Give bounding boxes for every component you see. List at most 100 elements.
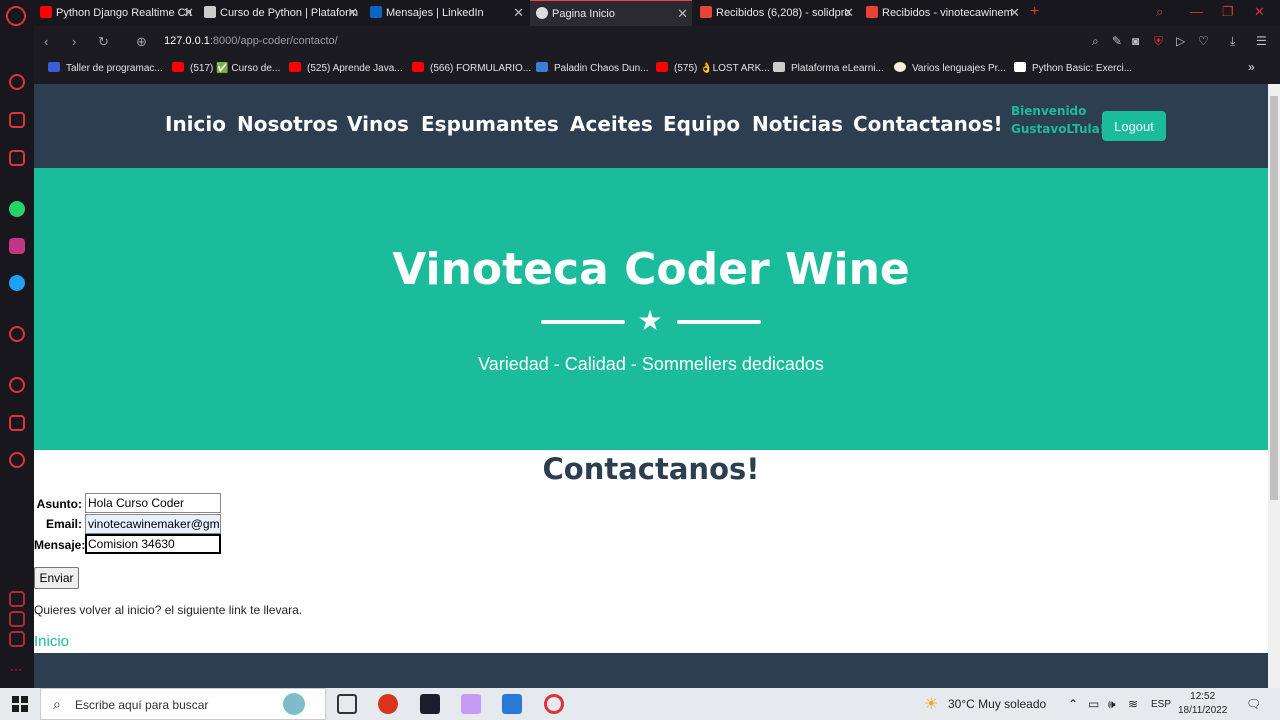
divider-line xyxy=(541,320,625,324)
asunto-input[interactable]: Hola Curso Coder xyxy=(85,493,221,513)
battery-icon[interactable] xyxy=(9,611,25,627)
app-colorful-icon[interactable] xyxy=(461,694,481,714)
speed-dial-icon[interactable] xyxy=(9,74,25,90)
close-icon[interactable]: ✕ xyxy=(843,0,854,26)
nav-vinos[interactable]: Vinos xyxy=(347,112,409,136)
heart-icon[interactable]: ♡ xyxy=(1198,34,1209,48)
tab-pagina-inicio[interactable]: Pagina Inicio ✕ xyxy=(530,0,692,26)
scrollbar-thumb[interactable] xyxy=(1270,96,1278,500)
weather-text[interactable]: 30°C Muy soleado xyxy=(948,697,1046,711)
tab-gmail-solidpro[interactable]: Recibidos (6,208) - solidpro ✕ xyxy=(694,0,858,26)
clock[interactable]: 12:52 18/11/2022 xyxy=(1178,690,1227,718)
bag-icon[interactable] xyxy=(9,112,25,128)
window-close-icon[interactable]: ✕ xyxy=(1254,4,1265,20)
restore-icon[interactable]: ❐ xyxy=(1222,4,1234,20)
reload-icon[interactable]: ↻ xyxy=(98,34,109,50)
bookmark-item[interactable]: (517) ✅ Curso de... xyxy=(172,62,280,74)
opera-logo-icon[interactable] xyxy=(6,6,26,26)
volume-icon[interactable]: 🕪 xyxy=(1108,697,1116,712)
back-icon[interactable]: ‹ xyxy=(44,34,48,49)
enviar-button[interactable]: Enviar xyxy=(34,567,79,589)
notifications-icon[interactable]: 🗨 xyxy=(1246,697,1261,711)
tray-chevron-icon[interactable]: ⌃ xyxy=(1068,697,1078,711)
forward-icon[interactable]: › xyxy=(72,34,76,49)
bookmark-item[interactable]: Taller de programac... xyxy=(48,62,163,74)
twitter-icon[interactable] xyxy=(9,275,25,291)
site-info-icon[interactable]: ⊕ xyxy=(136,34,147,50)
close-icon[interactable]: ✕ xyxy=(183,0,194,26)
close-icon[interactable]: ✕ xyxy=(677,1,688,26)
close-icon[interactable]: ✕ xyxy=(347,0,358,26)
wifi-icon[interactable] xyxy=(9,591,25,607)
battery-tray-icon[interactable]: ▭ xyxy=(1088,697,1099,711)
bookmark-item[interactable]: Plataforma eLearni... xyxy=(773,62,884,74)
task-view-icon[interactable] xyxy=(337,694,357,714)
bookmark-item[interactable]: (525) Aprende Java... xyxy=(289,62,403,74)
bookmark-item[interactable]: (575) 👌LOST ARK... xyxy=(656,62,770,74)
app-tic-icon[interactable] xyxy=(378,694,398,714)
tab-python-django[interactable]: Python Django Realtime Ch ✕ xyxy=(34,0,198,26)
bookmark-favicon-icon xyxy=(894,62,906,72)
youtube-icon xyxy=(289,62,301,72)
nav-inicio[interactable]: Inicio xyxy=(165,112,226,136)
email-input[interactable]: vinotecawinemaker@gm xyxy=(85,514,221,534)
cpu-icon[interactable] xyxy=(9,631,25,647)
settings-gear-icon[interactable] xyxy=(9,452,25,468)
easy-setup-icon[interactable]: ☰ xyxy=(1256,34,1267,48)
more-icon[interactable]: ··· xyxy=(10,662,22,676)
bookmark-item[interactable]: Python Basic: Exerci... xyxy=(1014,62,1132,74)
camera-icon[interactable]: ◙ xyxy=(1132,34,1139,48)
minimize-icon[interactable]: — xyxy=(1190,4,1203,19)
star-icon: ★ xyxy=(637,305,663,336)
address-bar: ‹ › ↻ ⊕ 127.0.0.1:8000/app-coder/contact… xyxy=(34,28,1280,56)
shield-icon[interactable]: ⛨ xyxy=(1154,34,1163,49)
tab-linkedin[interactable]: Mensajes | LinkedIn ✕ xyxy=(364,0,528,26)
nav-aceites[interactable]: Aceites xyxy=(570,112,653,136)
inicio-link[interactable]: Inicio xyxy=(34,633,69,650)
hero-section: Vinoteca Coder Wine ★ Variedad - Calidad… xyxy=(34,168,1268,450)
url-field[interactable]: 127.0.0.1:8000/app-coder/contacto/ xyxy=(164,35,338,47)
logout-button[interactable]: Logout xyxy=(1102,111,1166,141)
send-icon[interactable]: ▷ xyxy=(1176,34,1185,48)
bookmark-item[interactable]: Varios lenguajes Pr... xyxy=(894,62,1006,74)
vscode-icon[interactable] xyxy=(502,694,522,714)
close-icon[interactable]: ✕ xyxy=(1009,0,1020,26)
extensions-icon[interactable] xyxy=(9,415,25,431)
mensaje-input[interactable]: Comision 34630 xyxy=(85,534,221,554)
page-scrollbar[interactable] xyxy=(1268,84,1280,688)
site-navbar: Inicio Nosotros Vinos Espumantes Aceites… xyxy=(34,84,1268,168)
network-icon[interactable]: ≋ xyxy=(1128,697,1138,711)
more-bookmarks-icon[interactable]: » xyxy=(1248,60,1255,74)
nav-noticias[interactable]: Noticias xyxy=(752,112,843,136)
nav-nosotros[interactable]: Nosotros xyxy=(237,112,338,136)
zoom-search-icon[interactable]: ⌕ xyxy=(1092,34,1099,49)
youtube-icon xyxy=(656,62,668,72)
linkedin-icon xyxy=(370,6,382,18)
windows-start-icon[interactable] xyxy=(12,696,28,712)
search-tabs-icon[interactable]: ⌕ xyxy=(1156,4,1163,20)
edit-icon[interactable]: ✎ xyxy=(1112,34,1122,48)
language-indicator[interactable]: ESP xyxy=(1151,699,1171,710)
opera-taskbar-icon[interactable] xyxy=(544,694,564,714)
player-icon[interactable] xyxy=(9,326,25,342)
download-icon[interactable]: ⤓ xyxy=(1230,34,1235,49)
divider-line xyxy=(677,320,761,324)
close-icon[interactable]: ✕ xyxy=(513,0,524,26)
bookmark-item[interactable]: (566) FORMULARIO... xyxy=(412,62,531,74)
nav-equipo[interactable]: Equipo xyxy=(663,112,740,136)
taskbar-search-box[interactable]: ⌕ Escribe aquí para buscar xyxy=(40,688,326,720)
search-icon: ⌕ xyxy=(53,696,61,712)
whatsapp-icon[interactable] xyxy=(9,201,25,217)
app-valorant-icon[interactable] xyxy=(420,694,440,714)
coderhouse-icon xyxy=(773,62,785,72)
nav-espumantes[interactable]: Espumantes xyxy=(421,112,559,136)
nav-contactanos[interactable]: Contactanos! xyxy=(853,112,1003,136)
bookmark-item[interactable]: Paladin Chaos Dun... xyxy=(536,62,649,74)
new-tab-plus-icon[interactable]: + xyxy=(1030,3,1039,21)
history-icon[interactable] xyxy=(9,377,25,393)
tab-curso-python[interactable]: Curso de Python | Plataform ✕ xyxy=(198,0,362,26)
twitch-icon[interactable] xyxy=(9,150,25,166)
browser-tab-bar: Python Django Realtime Ch ✕ Curso de Pyt… xyxy=(0,0,1280,26)
instagram-icon[interactable] xyxy=(9,238,25,254)
tab-gmail-vinoteca[interactable]: Recibidos - vinotecawinem ✕ xyxy=(860,0,1024,26)
